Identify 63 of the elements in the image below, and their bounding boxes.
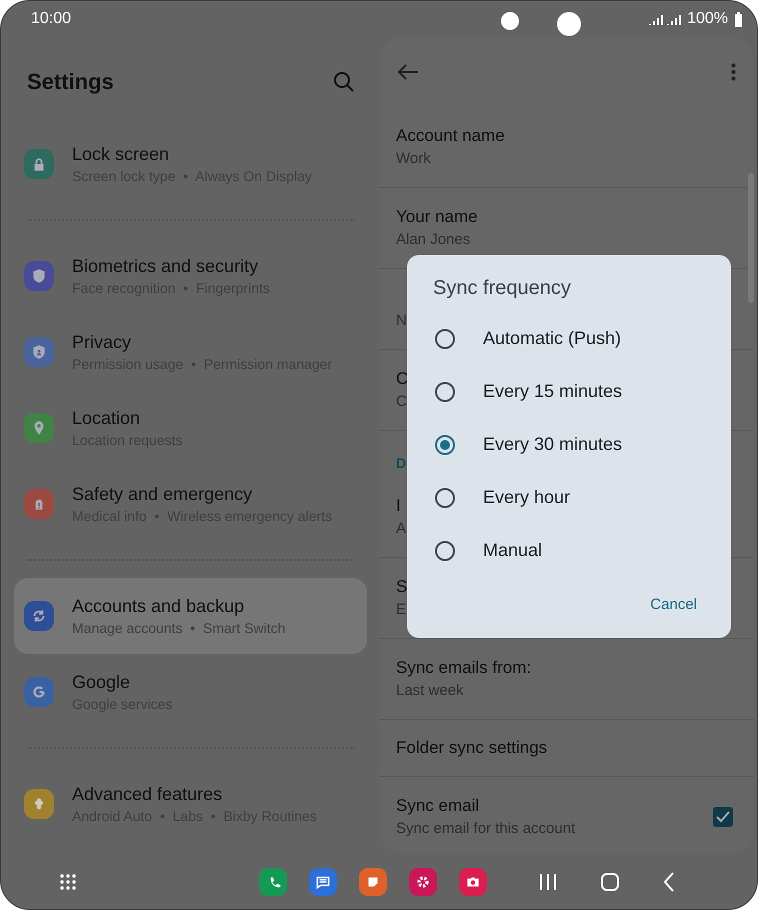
search-icon[interactable] <box>333 70 355 92</box>
camera-cutout <box>557 12 581 36</box>
option-label[interactable]: Automatic (Push) <box>483 328 622 349</box>
cancel-button[interactable]: Cancel <box>640 592 707 617</box>
settings-title: Settings <box>27 68 114 94</box>
settings-item[interactable]: Accounts and backup Manage accounts • Smart Switch <box>14 578 367 654</box>
row-value: Sync email for this account <box>396 819 576 839</box>
scrollbar[interactable] <box>748 173 754 303</box>
row-title: Account name <box>396 125 505 147</box>
row-value: Work <box>396 149 431 169</box>
row-title: C <box>396 368 408 390</box>
row-value: C <box>396 392 407 412</box>
option-label[interactable]: Every 15 minutes <box>483 381 622 402</box>
row-value: E <box>396 600 406 620</box>
item-title: Accounts and backup <box>72 596 246 617</box>
settings-row[interactable]: Sync emails from: Last week <box>379 639 754 720</box>
phone-app-icon[interactable] <box>259 868 287 896</box>
home-icon[interactable] <box>601 872 619 890</box>
item-title: Google <box>72 672 132 693</box>
item-title: Privacy <box>72 332 132 353</box>
row-value: Alan Jones <box>396 230 470 250</box>
radio-button[interactable] <box>435 382 455 402</box>
row-title: Sync email <box>396 795 480 817</box>
camera-cutout <box>501 12 519 30</box>
radio-button[interactable] <box>435 434 455 454</box>
radio-button[interactable] <box>435 488 455 508</box>
option-label[interactable]: Manual <box>483 540 542 561</box>
item-title: Lock screen <box>72 144 170 165</box>
radio-button[interactable] <box>435 540 455 560</box>
radio-button[interactable] <box>435 328 455 348</box>
signal-icon <box>647 12 682 26</box>
item-title: Location <box>72 408 142 429</box>
settings-row[interactable]: Folder sync settings <box>379 720 754 777</box>
row-title: Folder sync settings <box>396 737 548 759</box>
item-title: Advanced features <box>72 784 224 805</box>
apps-grid-icon[interactable] <box>59 872 77 890</box>
row-value: Last week <box>396 681 464 701</box>
notes-app-icon[interactable] <box>359 868 387 896</box>
back-icon[interactable] <box>663 872 675 892</box>
settings-row[interactable]: Sync email Sync email for this account <box>379 777 754 854</box>
item-title: Safety and emergency <box>72 484 254 505</box>
dialog-title: Sync frequency <box>432 277 572 300</box>
back-arrow-icon[interactable] <box>397 63 419 81</box>
messages-app-icon[interactable] <box>309 868 337 896</box>
item-title: Biometrics and security <box>72 256 260 277</box>
battery-icon <box>734 12 743 26</box>
row-title: S <box>396 576 408 598</box>
row-title: I <box>396 495 401 517</box>
flower-app-icon[interactable] <box>409 868 437 896</box>
row-title: Your name <box>396 206 478 228</box>
recent-apps-icon[interactable] <box>539 872 557 890</box>
camera-app-icon[interactable] <box>459 868 487 896</box>
row-title: Sync emails from: <box>396 657 532 679</box>
option-label[interactable]: Every 30 minutes <box>483 434 622 455</box>
battery-percent: 100% <box>687 10 728 28</box>
status-time: 10:00 <box>31 10 72 28</box>
more-options-icon[interactable] <box>731 63 736 81</box>
row-value: N <box>396 311 407 331</box>
option-label[interactable]: Every hour <box>483 487 570 508</box>
checkbox[interactable] <box>713 807 733 827</box>
row-value: A <box>396 519 406 539</box>
item-subtitle: Manage accounts • Smart Switch <box>72 620 286 636</box>
section-header: D <box>396 455 406 471</box>
